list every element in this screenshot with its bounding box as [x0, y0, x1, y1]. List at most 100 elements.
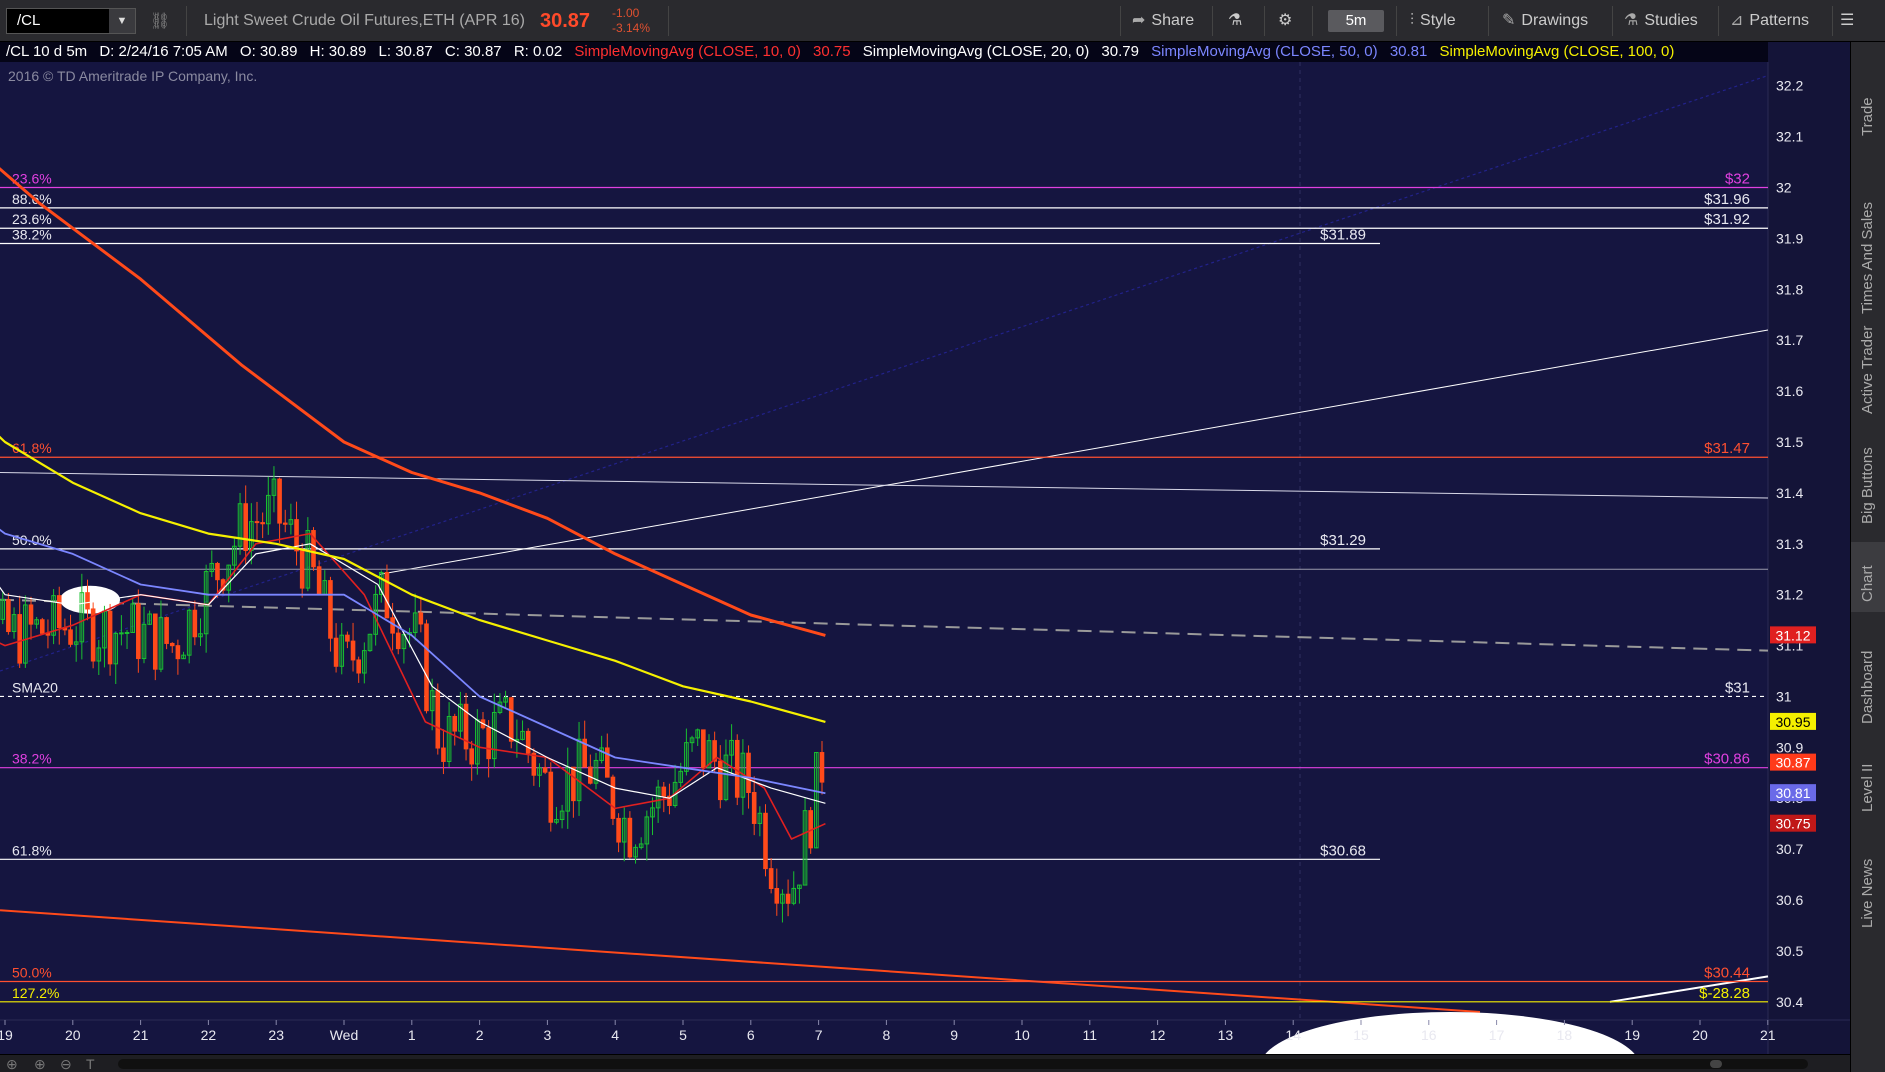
hamburger-icon: ☰ — [1840, 12, 1855, 29]
candle-down — [350, 640, 356, 661]
price-tick-label: 30.7 — [1776, 841, 1803, 857]
fibonacci-price-label: $31.29 — [1320, 532, 1366, 549]
time-tick-label: 5 — [679, 1027, 687, 1043]
candle-down — [243, 503, 248, 551]
timeframe-button[interactable]: 5m — [1328, 10, 1384, 32]
time-tick-label: 8 — [883, 1027, 891, 1043]
share-button[interactable]: ➦ Share — [1132, 0, 1194, 42]
sma100-label[interactable]: SimpleMovingAvg (CLOSE, 100, 0) — [1440, 43, 1675, 60]
time-tick-label: 19 — [0, 1027, 13, 1043]
price-tick-label: 30.6 — [1776, 892, 1803, 908]
time-tick-label: 3 — [544, 1027, 552, 1043]
fibonacci-price-label: $30.68 — [1320, 842, 1366, 859]
price-tick-label: 31.8 — [1776, 281, 1803, 297]
side-tab-label: Big Buttons — [1859, 447, 1876, 524]
candle-down — [345, 634, 350, 642]
candle-down — [616, 817, 621, 843]
fibonacci-level-label: 38.2% — [12, 751, 52, 767]
chevron-down-icon[interactable]: ▼ — [109, 9, 135, 33]
fibonacci-level-label: 61.8% — [12, 440, 52, 456]
toolbar-divider — [1264, 6, 1265, 36]
candle-down — [588, 766, 593, 784]
time-tick-label: 14 — [1285, 1027, 1301, 1043]
toolbar-divider — [1718, 6, 1719, 36]
link-icon[interactable]: ⛓ — [150, 11, 170, 31]
side-tab-level-ii[interactable]: Level II — [1851, 742, 1885, 822]
time-tick-label: 15 — [1353, 1027, 1369, 1043]
time-tick-label: 16 — [1421, 1027, 1437, 1043]
side-tab-bar: Trade Times And Sales Active Trader Big But… — [1850, 42, 1885, 1072]
candle-down — [525, 730, 531, 754]
bar-high: H: 30.89 — [309, 43, 367, 60]
chart-canvas[interactable]: 23.6% $3288.6% $31.9623.6% $31.9238.2% $31.8… — [0, 42, 1850, 1054]
candle-down — [39, 619, 45, 634]
side-tab-label: Chart — [1859, 565, 1876, 602]
candle-down — [531, 752, 537, 776]
fibonacci-price-label: $31 — [1725, 679, 1750, 696]
sma50-label[interactable]: SimpleMovingAvg (CLOSE, 50, 0) — [1151, 43, 1378, 60]
time-tick-label: 20 — [65, 1027, 81, 1043]
candle-down — [441, 747, 446, 762]
settings-button[interactable]: ⚙ — [1278, 0, 1292, 42]
side-tab-live-news[interactable]: Live News — [1851, 828, 1885, 938]
zoom-in-icon[interactable]: ⊕ — [6, 1056, 18, 1072]
candle-down — [254, 521, 260, 524]
studies-button[interactable]: ⚗ Studies — [1624, 0, 1698, 42]
symbol-selector[interactable]: /CL ▼ — [6, 8, 136, 34]
time-tick-label: 23 — [268, 1027, 284, 1043]
candle-down — [418, 612, 424, 625]
bar-open: O: 30.89 — [239, 43, 298, 60]
side-tab-dashboard[interactable]: Dashboard — [1851, 614, 1885, 734]
fibonacci-level-label: 88.6% — [12, 191, 52, 207]
time-tick-label: 22 — [201, 1027, 217, 1043]
drawings-label: Drawings — [1521, 12, 1589, 29]
side-tab-times-and-sales[interactable]: Times And Sales — [1851, 160, 1885, 324]
side-tab-trade[interactable]: Trade — [1851, 50, 1885, 146]
patterns-label: Patterns — [1749, 12, 1809, 29]
price-marker-label: 31.12 — [1775, 627, 1810, 643]
candle-down — [734, 739, 740, 798]
toolbar-divider — [1312, 6, 1313, 36]
thinkorswim-chart-window: /CL ▼ ⛓ Light Sweet Crude Oil Futures,ET… — [0, 0, 1885, 1072]
time-scrollbar[interactable] — [118, 1059, 1808, 1069]
time-tick-label: 21 — [1760, 1027, 1776, 1043]
zoom-in-icon[interactable]: ⊕ — [34, 1056, 46, 1072]
side-tab-active-trader[interactable]: Active Trader — [1851, 304, 1885, 424]
candle-down — [316, 566, 322, 595]
candle-down — [192, 609, 198, 638]
candle-down — [542, 767, 548, 773]
menu-button[interactable]: ☰ — [1840, 0, 1854, 42]
flask-button[interactable]: ⚗ — [1228, 0, 1242, 42]
fibonacci-price-label: $32 — [1725, 171, 1750, 188]
time-tick-label: 19 — [1624, 1027, 1640, 1043]
fibonacci-level-label: 50.0% — [12, 964, 52, 980]
time-tick-label: 17 — [1489, 1027, 1505, 1043]
zoom-out-icon[interactable]: ⊖ — [60, 1056, 72, 1072]
fibonacci-price-label: $31.47 — [1704, 440, 1750, 457]
time-tick-label: 18 — [1557, 1027, 1573, 1043]
candle-down — [819, 752, 825, 783]
style-button[interactable]: ⫶ Style — [1410, 0, 1456, 42]
side-tab-chart[interactable]: Chart — [1851, 542, 1885, 612]
price-tick-label: 31.3 — [1776, 536, 1803, 552]
candle-down — [169, 642, 175, 647]
sma20-label[interactable]: SimpleMovingAvg (CLOSE, 20, 0) — [863, 43, 1090, 60]
candle-down — [604, 747, 610, 778]
side-tab-big-buttons[interactable]: Big Buttons — [1851, 434, 1885, 534]
chart-background — [0, 42, 1850, 1054]
scrollbar-thumb[interactable] — [1710, 1060, 1722, 1068]
price-marker-label: 30.95 — [1775, 714, 1810, 730]
candle-down — [136, 603, 141, 660]
patterns-button[interactable]: ⊿ Patterns — [1730, 0, 1809, 42]
sma10-label[interactable]: SimpleMovingAvg (CLOSE, 10, 0) — [574, 43, 801, 60]
drawings-button[interactable]: ✎ Drawings — [1502, 0, 1588, 42]
candle-down — [282, 522, 288, 525]
text-tool-icon[interactable]: T — [86, 1056, 95, 1072]
candle-down — [6, 599, 11, 633]
time-tick-label: 10 — [1014, 1027, 1030, 1043]
price-chart[interactable]: 23.6% $32 88.6% $31.96 23.6% $31.92 38.2% $31.8… — [0, 42, 1850, 1054]
fibonacci-level-label: SMA20 — [12, 679, 58, 695]
price-tick-label: 31.2 — [1776, 587, 1803, 603]
toolbar-divider — [668, 6, 669, 36]
price-marker-label: 30.75 — [1775, 816, 1810, 832]
